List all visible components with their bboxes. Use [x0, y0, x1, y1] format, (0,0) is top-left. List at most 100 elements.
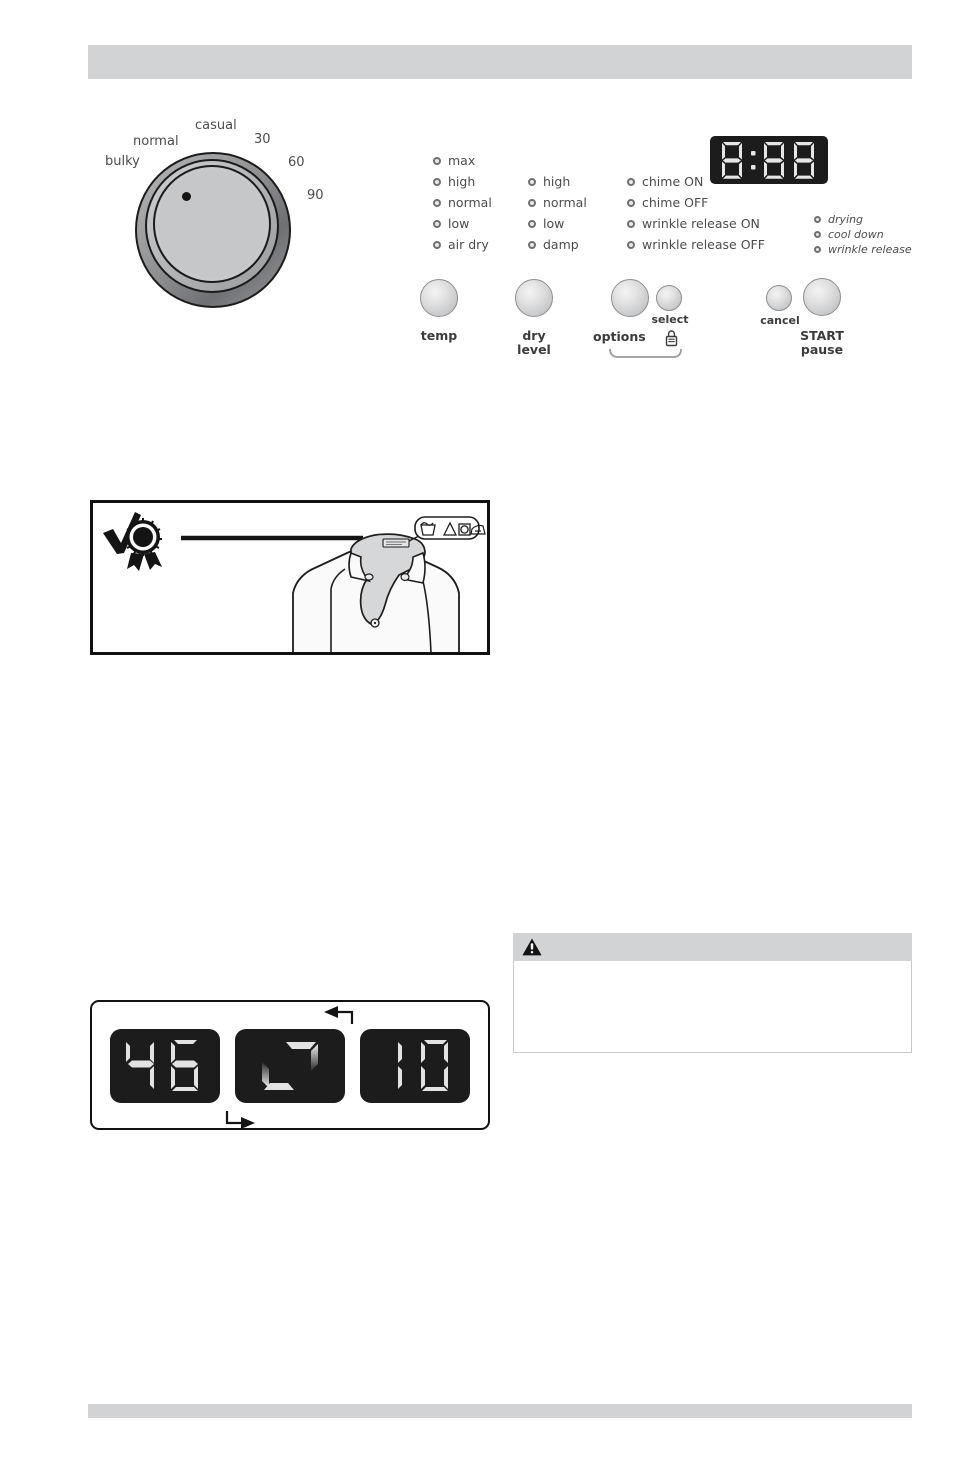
select-button[interactable] — [656, 285, 682, 311]
care-label-figure — [103, 512, 486, 652]
time-display-segments — [722, 142, 814, 179]
temp-indicator-column: max high normal low air dry — [433, 150, 492, 255]
start-button-label: START — [800, 328, 844, 343]
dial-label-bulky: bulky — [105, 154, 140, 169]
led-label-damp: damp — [543, 237, 579, 252]
footer-band — [88, 1404, 912, 1418]
led-label-high: high — [448, 174, 476, 189]
led-label-dry-normal: normal — [543, 195, 587, 210]
status-indicator-column: drying cool down wrinkle release — [814, 212, 912, 257]
start-pause-button[interactable] — [803, 278, 841, 316]
led-row: chime OFF — [627, 192, 765, 213]
led-label-dry-high: high — [543, 174, 571, 189]
options-button[interactable] — [611, 279, 649, 317]
warning-callout — [513, 933, 912, 1053]
select-button-label: select — [651, 313, 689, 326]
led-indicator-air-dry — [433, 240, 441, 249]
led-indicator-low — [433, 219, 441, 228]
dry-level-button[interactable] — [515, 279, 553, 317]
led-label-dry-low: low — [543, 216, 565, 231]
led-indicator-dry-normal — [528, 198, 536, 207]
dial-label-normal: normal — [133, 134, 179, 149]
led-indicator-chime-off — [627, 198, 635, 207]
temp-button[interactable] — [420, 279, 458, 317]
led-row: air dry — [433, 234, 492, 255]
dry-level-indicator-column: high normal low damp — [528, 171, 587, 255]
warning-header — [513, 933, 912, 961]
led-indicator-dry-high — [528, 177, 536, 186]
dial-label-casual: casual — [195, 118, 237, 133]
temp-button-label: temp — [420, 328, 458, 343]
led-row: normal — [528, 192, 587, 213]
led-row: max — [433, 150, 492, 171]
led-row: wrinkle release — [814, 242, 912, 257]
checkmark-rosette-icon — [103, 512, 162, 571]
dial-face — [158, 170, 266, 278]
led-row: high — [528, 171, 587, 192]
led-label-chime-off: chime OFF — [642, 195, 709, 210]
led-indicator-drying — [814, 216, 821, 223]
arrow-down-right-icon — [225, 1111, 255, 1129]
dial-label-60: 60 — [288, 155, 305, 170]
care-label-tag — [382, 538, 410, 548]
led-label-cool-down: cool down — [828, 228, 884, 241]
time-remaining-readout — [360, 1029, 470, 1103]
options-select-bracket — [609, 348, 682, 358]
temperature-readout — [110, 1029, 220, 1103]
arrow-up-left-icon — [324, 1006, 354, 1024]
readout-digits-10 — [398, 1040, 448, 1091]
led-row: drying — [814, 212, 912, 227]
led-row: wrinkle release ON — [627, 213, 765, 234]
led-indicator-wrinkle-release-on — [627, 219, 635, 228]
led-indicator-high — [433, 177, 441, 186]
led-indicator-dry-low — [528, 219, 536, 228]
care-label-illustration — [90, 500, 490, 655]
readout-digits-46 — [126, 1040, 198, 1091]
led-indicator-normal — [433, 198, 441, 207]
led-label-max: max — [448, 153, 476, 168]
led-row: cool down — [814, 227, 912, 242]
led-label-drying: drying — [828, 213, 864, 226]
led-row: wrinkle release OFF — [627, 234, 765, 255]
warning-triangle-icon — [522, 938, 542, 956]
dial-pointer-dot — [182, 192, 191, 201]
led-row: normal — [433, 192, 492, 213]
dryer-control-panel: bulky normal casual 30 60 90 max high no — [0, 0, 954, 400]
led-label-air-dry: air dry — [448, 237, 489, 252]
led-indicator-wrinkle-release — [814, 246, 821, 253]
dial-outer-ring[interactable] — [135, 152, 291, 308]
led-label-normal: normal — [448, 195, 492, 210]
led-row: damp — [528, 234, 587, 255]
led-label-wrinkle-release-on: wrinkle release ON — [642, 216, 760, 231]
animation-segments — [262, 1042, 318, 1090]
led-indicator-wrinkle-release-off — [627, 240, 635, 249]
dial-inner-ring — [153, 165, 271, 283]
led-indicator-damp — [528, 240, 536, 249]
cycle-selector-dial-group[interactable]: bulky normal casual 30 60 90 — [100, 110, 360, 320]
pause-button-label: pause — [800, 342, 844, 357]
cancel-button[interactable] — [766, 285, 792, 311]
time-display — [710, 136, 828, 184]
led-indicator-max — [433, 156, 441, 165]
led-indicator-cool-down — [814, 231, 821, 238]
led-row: high — [433, 171, 492, 192]
dial-middle-ring — [145, 159, 279, 293]
dial-label-90: 90 — [307, 188, 324, 203]
led-label-chime-on: chime ON — [642, 174, 704, 189]
led-row: low — [528, 213, 587, 234]
led-label-wrinkle-release-off: wrinkle release OFF — [642, 237, 765, 252]
led-label-wrinkle-release: wrinkle release — [828, 243, 912, 256]
dial-label-30: 30 — [254, 132, 271, 147]
dry-level-button-label-line1: dry — [522, 328, 546, 343]
dress-shirt-illustration — [292, 533, 460, 652]
manual-page: bulky normal casual 30 60 90 max high no — [0, 0, 954, 1475]
dry-level-button-label-line2: level — [517, 342, 551, 357]
led-label-low: low — [448, 216, 470, 231]
cycle-status-display — [90, 1000, 490, 1130]
cancel-button-label: cancel — [760, 314, 800, 327]
rotating-segment-animation — [235, 1029, 345, 1103]
led-row: low — [433, 213, 492, 234]
warning-body — [513, 961, 912, 1053]
care-symbols-group — [414, 516, 486, 540]
led-indicator-chime-on — [627, 177, 635, 186]
